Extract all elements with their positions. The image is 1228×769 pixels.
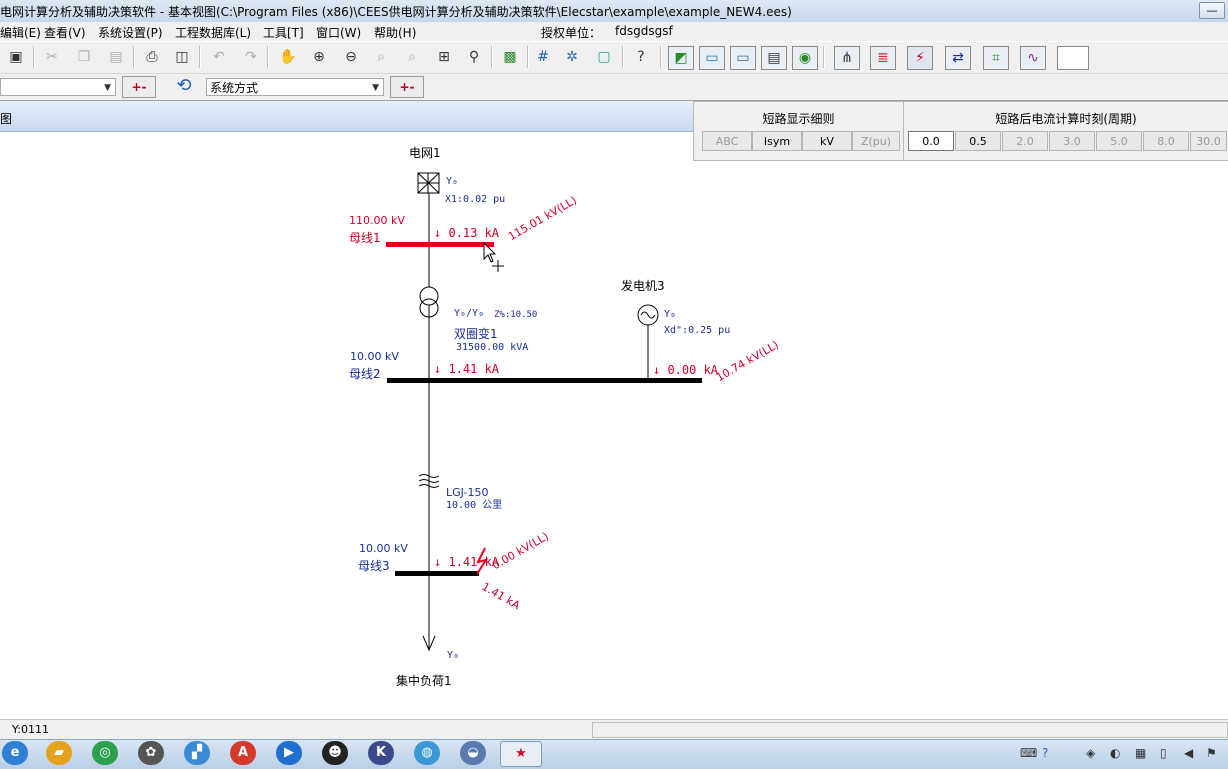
transformer-name: 双圈变1 <box>454 327 498 341</box>
bus1-current: ↓ 0.13 kA <box>434 226 500 240</box>
load-name: 集中负荷1 <box>396 674 452 688</box>
generator-winding: Y₀ <box>664 309 677 320</box>
volume-icon[interactable]: ◀ <box>1184 746 1193 760</box>
generator-symbol[interactable] <box>637 304 659 326</box>
bus3-current: ↓ 1.41 kA <box>434 555 500 569</box>
app2-icon[interactable]: ◒ <box>460 741 486 765</box>
generator-name: 发电机3 <box>621 279 665 293</box>
bus3-name: 母线3 <box>358 559 390 573</box>
line-symbol[interactable] <box>418 474 440 488</box>
browser-icon[interactable]: ◎ <box>92 741 118 765</box>
bus1-kv: 110.00 kV <box>349 214 405 227</box>
grid-name: 电网1 <box>409 146 441 160</box>
bus2-bar[interactable] <box>387 378 702 383</box>
bus3-bar[interactable] <box>395 571 479 576</box>
bus2-name: 母线2 <box>349 367 381 381</box>
grid-winding: Y₀ <box>446 176 459 187</box>
transformer-rating: 31500.00 kVA <box>456 342 529 353</box>
help-tray-icon[interactable]: ? <box>1042 746 1048 760</box>
qq-icon[interactable]: ☻ <box>322 741 348 765</box>
elecstar-icon[interactable]: ★ <box>500 741 542 767</box>
k-icon[interactable]: K <box>368 741 394 765</box>
status-bar: Y:0111 <box>0 719 1228 740</box>
folder-icon[interactable]: ▰ <box>46 741 72 765</box>
bus2-kv: 10.00 kV <box>350 350 399 363</box>
bus1-name: 母线1 <box>349 231 381 245</box>
tray-network-icon[interactable]: ◐ <box>1110 746 1120 760</box>
transformer-z: Z%:10.50 <box>494 310 538 320</box>
ie-icon[interactable]: e <box>2 741 28 765</box>
network-app-icon[interactable]: ◍ <box>414 741 440 765</box>
grid-param: X1:0.02 pu <box>445 194 506 205</box>
generator-current: ↓ 0.00 kA <box>653 363 719 377</box>
status-pane <box>592 722 1228 738</box>
battery-icon[interactable]: ▯ <box>1160 746 1167 760</box>
bus3-kv: 10.00 kV <box>359 542 408 555</box>
load-winding: Y₀ <box>447 650 460 661</box>
keyboard-icon[interactable]: ⌨ <box>1020 746 1037 760</box>
single-line-diagram <box>386 172 702 652</box>
tray-app-icon[interactable]: ◈ <box>1086 746 1095 760</box>
flag-icon[interactable]: ⚑ <box>1206 746 1217 760</box>
status-coord: Y:0111 <box>12 723 49 736</box>
bus1-bar[interactable] <box>386 242 494 247</box>
generator-param: Xd":0.25 pu <box>664 325 731 336</box>
move-cursor-icon <box>492 260 504 272</box>
grid-symbol[interactable] <box>417 172 440 194</box>
acrobat-icon[interactable]: A <box>230 741 256 765</box>
app-icon[interactable]: ✿ <box>138 741 164 765</box>
tray-device-icon[interactable]: ▦ <box>1135 746 1146 760</box>
paint-icon[interactable]: ▞ <box>184 741 210 765</box>
transformer-conn: Y₀/Y₀ <box>454 308 485 319</box>
media-icon[interactable]: ▶ <box>276 741 302 765</box>
bus2-current: ↓ 1.41 kA <box>434 362 500 376</box>
line-length: 10.00 公里 <box>446 500 503 511</box>
